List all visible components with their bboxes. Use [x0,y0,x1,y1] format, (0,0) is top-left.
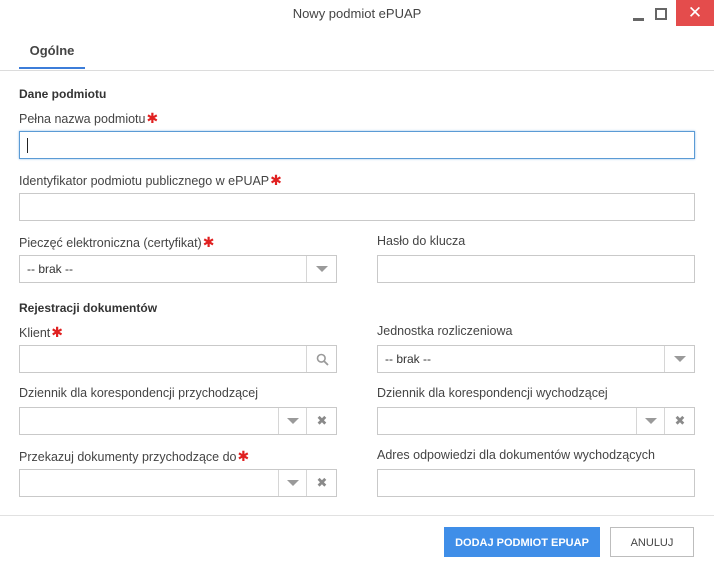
minimize-icon [632,17,644,21]
incoming-journal-select[interactable]: ✖ [19,407,337,435]
incoming-journal-dropdown-button[interactable] [278,408,307,434]
required-marker: ✱ [146,110,159,126]
public-entity-id-input[interactable] [19,193,695,221]
billing-unit-value: -- brak -- [385,352,431,366]
clear-icon: ✖ [316,475,328,490]
e-seal-dropdown-button[interactable] [306,256,337,282]
window-title: Nowy podmiot ePUAP [292,6,422,21]
outgoing-journal-label: Dziennik dla korespondencji wychodzącej [377,386,608,400]
full-name-label: Pełna nazwa podmiotu✱ [19,110,159,126]
outgoing-journal-clear-button[interactable]: ✖ [664,408,695,434]
incoming-journal-label: Dziennik dla korespondencji przychodzące… [19,386,259,400]
chevron-down-icon [674,356,686,362]
minimize-button[interactable] [628,0,648,28]
required-marker: ✱ [51,324,64,340]
chevron-down-icon [645,418,657,424]
e-seal-label: Pieczęć elektroniczna (certyfikat)✱ [19,234,215,250]
maximize-button[interactable] [650,0,672,28]
reply-address-label: Adres odpowiedzi dla dokumentów wychodzą… [377,448,655,462]
billing-unit-select[interactable]: -- brak -- [377,345,695,373]
e-seal-value: -- brak -- [27,262,73,276]
tab-general[interactable]: Ogólne [19,43,85,58]
client-label: Klient✱ [19,324,64,340]
full-name-input[interactable] [19,131,695,159]
maximize-icon [655,8,667,20]
add-epuap-entity-button[interactable]: DODAJ PODMIOT EPUAP [444,527,600,557]
section-entity-data: Dane podmiotu [19,87,107,101]
required-marker: ✱ [202,234,215,250]
public-entity-id-label: Identyfikator podmiotu publicznego w ePU… [19,172,282,188]
outgoing-journal-select[interactable]: ✖ [377,407,695,435]
reply-address-input[interactable] [377,469,695,497]
billing-unit-dropdown-button[interactable] [664,346,695,372]
e-seal-select[interactable]: -- brak -- [19,255,337,283]
outgoing-journal-dropdown-button[interactable] [636,408,665,434]
title-bar: Nowy podmiot ePUAP ✕ [0,0,714,28]
forward-incoming-select[interactable]: ✖ [19,469,337,497]
key-password-label: Hasło do klucza [377,234,466,248]
cancel-button[interactable]: ANULUJ [610,527,694,557]
forward-incoming-clear-button[interactable]: ✖ [306,470,337,496]
text-cursor [27,138,28,153]
client-input[interactable] [19,345,337,373]
chevron-down-icon [316,266,328,272]
chevron-down-icon [287,480,299,486]
key-password-input[interactable] [377,255,695,283]
tab-bar: Ogólne [0,28,714,71]
required-marker: ✱ [270,172,282,188]
billing-unit-label: Jednostka rozliczeniowa [377,324,513,338]
client-search-button[interactable] [306,346,337,372]
close-icon: ✕ [687,3,703,22]
close-button[interactable]: ✕ [676,0,714,26]
search-icon [316,353,329,366]
clear-icon: ✖ [316,413,328,428]
chevron-down-icon [287,418,299,424]
forward-incoming-label: Przekazuj dokumenty przychodzące do✱ [19,448,250,464]
required-marker: ✱ [237,448,250,464]
section-document-registration: Rejestracji dokumentów [19,301,158,315]
active-tab-indicator [19,67,85,69]
dialog-footer [0,515,714,566]
forward-incoming-dropdown-button[interactable] [278,470,307,496]
incoming-journal-clear-button[interactable]: ✖ [306,408,337,434]
clear-icon: ✖ [674,413,686,428]
